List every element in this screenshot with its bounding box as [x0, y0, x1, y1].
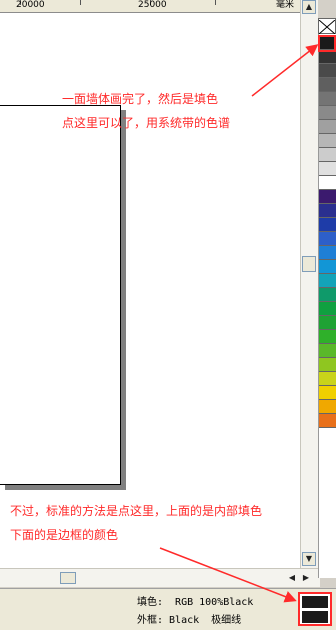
palette-swatch[interactable] — [319, 106, 336, 120]
annotation-bottom-line2: 下面的是边框的颜色 — [10, 528, 119, 542]
status-bar: 填色: RGB 100%Black 外框: Black 极细线 — [0, 588, 336, 630]
palette-swatch[interactable] — [319, 302, 336, 316]
palette-swatch[interactable] — [319, 274, 336, 288]
palette-swatch[interactable] — [319, 64, 336, 78]
palette-swatch[interactable] — [319, 330, 336, 344]
palette-swatch[interactable] — [319, 78, 336, 92]
color-palette[interactable] — [318, 18, 336, 578]
palette-swatch[interactable] — [319, 148, 336, 162]
horizontal-scrollbar[interactable]: ◀ ▶ — [0, 568, 320, 587]
fill-outline-indicator[interactable] — [298, 592, 332, 626]
palette-swatch[interactable] — [319, 218, 336, 232]
palette-swatch[interactable] — [319, 204, 336, 218]
vertical-scrollbar[interactable]: ▲ ▼ — [300, 0, 318, 568]
scroll-up-arrow[interactable]: ▲ — [302, 0, 316, 14]
fill-status-text: 填色: RGB 100%Black — [137, 597, 254, 608]
palette-swatch[interactable] — [319, 92, 336, 106]
palette-swatch[interactable] — [319, 50, 336, 64]
palette-swatch[interactable] — [319, 358, 336, 372]
horizontal-scroll-thumb[interactable] — [60, 572, 76, 584]
annotation-top-line1: 一面墙体画完了，然后是填色 — [62, 92, 219, 106]
drawing-page — [0, 105, 121, 485]
scroll-down-arrow[interactable]: ▼ — [302, 552, 316, 566]
palette-swatch[interactable] — [319, 386, 336, 400]
palette-swatch[interactable] — [319, 134, 336, 148]
palette-swatch[interactable] — [319, 288, 336, 302]
palette-swatch[interactable] — [319, 232, 336, 246]
ruler-unit-label: 毫米 — [276, 0, 295, 10]
palette-swatch[interactable] — [319, 120, 336, 134]
palette-swatch[interactable] — [319, 246, 336, 260]
outline-status-text: 外框: Black 极细线 — [137, 615, 242, 626]
highlighted-swatch-box — [318, 35, 336, 52]
outline-color-indicator[interactable] — [302, 611, 328, 623]
annotation-top-line2: 点这里可以了，用系统带的色谱 — [62, 116, 231, 130]
ruler-label-25000: 25000 — [138, 0, 167, 10]
ruler-label-20000: 20000 — [16, 0, 45, 10]
palette-swatch[interactable] — [319, 162, 336, 176]
scroll-left-arrow[interactable]: ◀ — [286, 572, 298, 584]
palette-swatch[interactable] — [319, 176, 336, 190]
palette-swatch[interactable] — [319, 190, 336, 204]
horizontal-ruler: 20000 25000 毫米 — [0, 0, 300, 13]
palette-swatch[interactable] — [319, 260, 336, 274]
no-color-swatch[interactable] — [318, 18, 336, 35]
fill-color-indicator[interactable] — [302, 596, 328, 608]
scroll-right-arrow[interactable]: ▶ — [300, 572, 312, 584]
palette-swatch[interactable] — [319, 316, 336, 330]
annotation-bottom-line1: 不过，标准的方法是点这里，上面的是内部填色 — [10, 504, 263, 518]
palette-swatch[interactable] — [319, 372, 336, 386]
palette-swatch[interactable] — [319, 400, 336, 414]
no-color-icon — [318, 19, 336, 35]
palette-swatch[interactable] — [319, 414, 336, 428]
palette-swatch[interactable] — [319, 344, 336, 358]
vertical-scroll-thumb[interactable] — [302, 256, 316, 272]
